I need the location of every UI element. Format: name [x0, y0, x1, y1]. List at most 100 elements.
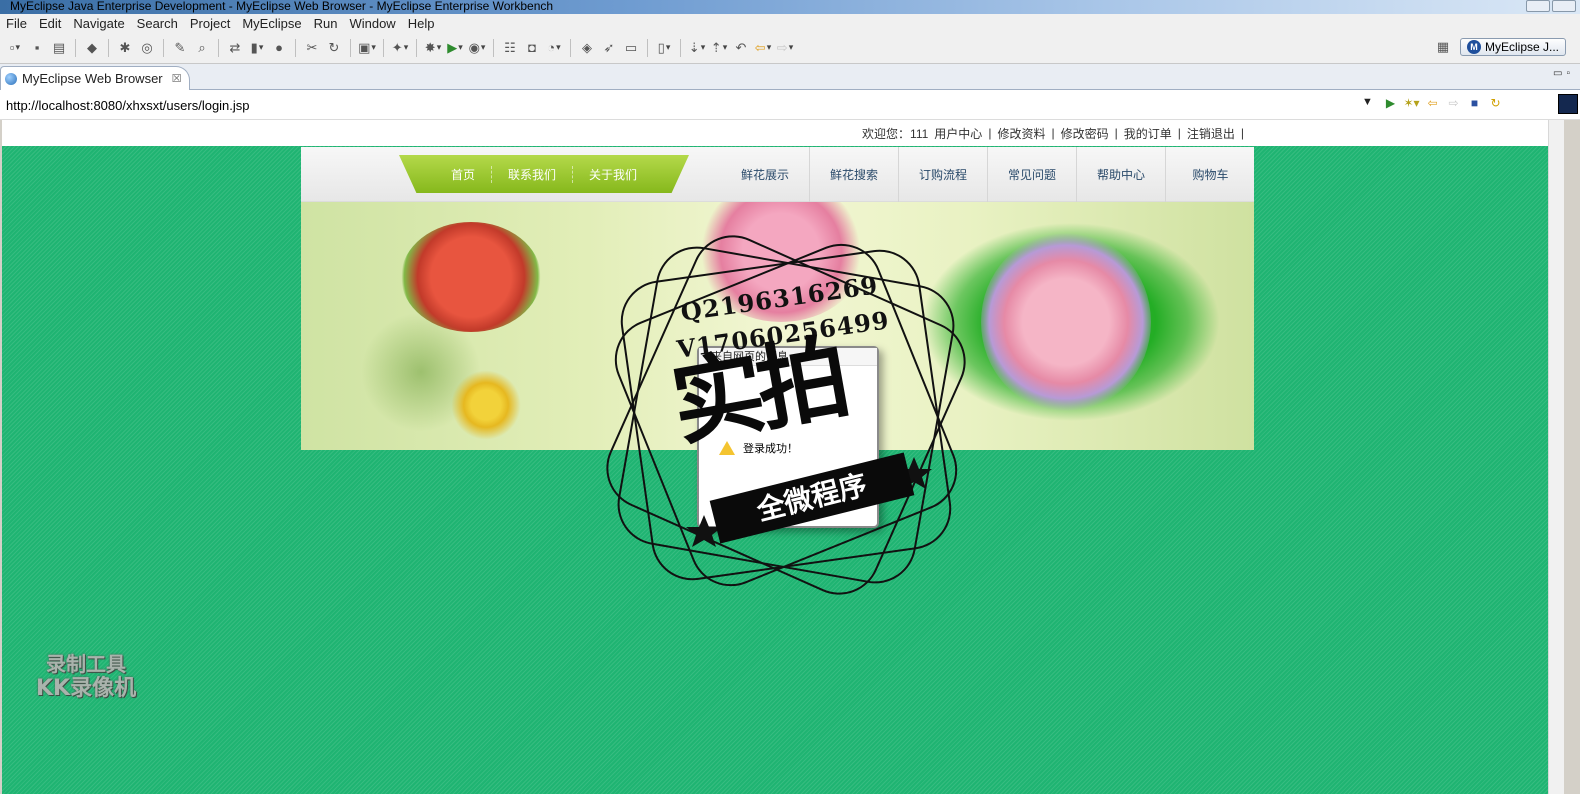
close-icon[interactable]: ☒: [172, 72, 182, 85]
open-folder-icon[interactable]: ▭: [622, 39, 640, 57]
link-separator: |: [988, 126, 992, 140]
back-arrow-icon[interactable]: ⇦: [754, 39, 772, 57]
pink-rose-bouquet-image: [981, 232, 1151, 412]
cut-icon[interactable]: ✂: [303, 39, 321, 57]
window-title: MyEclipse Java Enterprise Development - …: [10, 0, 554, 13]
deploy-icon[interactable]: ⇄: [226, 39, 244, 57]
cycle-icon[interactable]: ◔: [545, 39, 563, 57]
web-icon[interactable]: ●: [270, 39, 288, 57]
bookmark-icon[interactable]: ✶▾: [1403, 94, 1420, 112]
menu-project[interactable]: Project: [184, 16, 236, 31]
link-logout[interactable]: 注销退出: [1187, 125, 1235, 142]
nav-contact[interactable]: 联系我们: [492, 165, 573, 183]
debug-icon[interactable]: ✸: [424, 39, 442, 57]
menu-edit[interactable]: Edit: [33, 16, 67, 31]
build-icon[interactable]: ✱: [116, 39, 134, 57]
recorder-watermark-line1: 录制工具: [46, 652, 127, 676]
username: 111: [910, 126, 929, 141]
link-separator: |: [1051, 126, 1055, 140]
find-icon[interactable]: ⌕: [193, 39, 211, 57]
nav-flower-display[interactable]: 鲜花展示: [721, 147, 810, 202]
user-top-bar: 欢迎您：111 用户中心 | 修改资料 | 修改密码 | 我的订单 | 注销退出…: [2, 120, 1564, 146]
main-toolbar: ▫ ▪ ▤ ◆ ✱ ◎ ✎ ⌕ ⇄ ▮ ● ✂ ↻ ▣ ✦ ✸ ▶ ◉ ☷ ◘ …: [0, 32, 1580, 64]
window-title-bar[interactable]: MyEclipse Java Enterprise Development - …: [0, 0, 1580, 14]
link-my-orders[interactable]: 我的订单: [1124, 125, 1172, 142]
perspective-button[interactable]: M MyEclipse J...: [1459, 38, 1566, 56]
toolbar-separator: [383, 38, 384, 57]
stop-icon[interactable]: ■: [1466, 94, 1483, 112]
maximize-button[interactable]: [1552, 0, 1576, 12]
nav-help-center[interactable]: 帮助中心: [1077, 147, 1166, 202]
perspective-switcher: ▦ M MyEclipse J...: [1432, 38, 1566, 56]
edit-icon[interactable]: ✎: [171, 39, 189, 57]
nav-order-process[interactable]: 订购流程: [899, 147, 988, 202]
new-icon[interactable]: ▫: [6, 39, 24, 57]
toolbar-separator: [680, 38, 681, 57]
save-icon[interactable]: ▪: [28, 39, 46, 57]
toolbar-separator: [295, 38, 296, 57]
menu-window[interactable]: Window: [343, 16, 401, 31]
link-user-center[interactable]: 用户中心: [934, 125, 982, 142]
prev-annotation-icon[interactable]: ⇡: [710, 39, 728, 57]
link-separator: |: [1114, 126, 1118, 140]
yellow-flower-image: [451, 370, 521, 440]
toolbar-separator: [647, 38, 648, 57]
url-input[interactable]: [2, 94, 1366, 116]
link-change-password[interactable]: 修改密码: [1061, 125, 1109, 142]
recorder-watermark-line2: KK录像机: [36, 676, 137, 701]
server-icon[interactable]: ▮: [248, 39, 266, 57]
toolbar-separator: [75, 38, 76, 57]
url-history-dropdown-icon[interactable]: ▼: [1362, 96, 1373, 108]
menu-bar: File Edit Navigate Search Project MyEcli…: [0, 14, 1580, 32]
camera-icon[interactable]: ▣: [358, 39, 376, 57]
toolbar-separator: [218, 38, 219, 57]
secondary-nav: 鲜花展示 鲜花搜索 订购流程 常见问题 帮助中心 购物车: [721, 147, 1255, 202]
link-separator: |: [1240, 126, 1244, 140]
menu-search[interactable]: Search: [131, 16, 184, 31]
window-controls: [1526, 0, 1576, 12]
search-folder-icon[interactable]: ▯: [655, 39, 673, 57]
external-tools-icon[interactable]: ◉: [468, 39, 486, 57]
recorder-watermark: 录制工具 KK录像机: [36, 652, 136, 702]
print-icon[interactable]: ▤: [50, 39, 68, 57]
nav-cart[interactable]: 购物车: [1166, 147, 1255, 202]
back-icon[interactable]: ⇦: [1424, 94, 1441, 112]
nav-flower-search[interactable]: 鲜花搜索: [810, 147, 899, 202]
lock-icon[interactable]: ◎: [138, 39, 156, 57]
go-icon[interactable]: ▶: [1382, 94, 1399, 112]
menu-run[interactable]: Run: [308, 16, 344, 31]
primary-nav: 首页 联系我们 关于我们: [399, 155, 689, 193]
open-task-icon[interactable]: ➶: [600, 39, 618, 57]
menu-myeclipse[interactable]: MyEclipse: [236, 16, 307, 31]
open-perspective-icon[interactable]: ▦: [1434, 38, 1452, 56]
watermark-big-text: 实拍: [663, 323, 852, 460]
refresh-icon[interactable]: ↻: [325, 39, 343, 57]
toolbar-separator: [350, 38, 351, 57]
tab-web-browser[interactable]: MyEclipse Web Browser ☒: [0, 66, 190, 90]
forward-arrow-icon[interactable]: ⇨: [776, 39, 794, 57]
tab-label: MyEclipse Web Browser: [22, 71, 163, 86]
forward-icon[interactable]: ⇨: [1445, 94, 1462, 112]
link-edit-profile[interactable]: 修改资料: [997, 125, 1045, 142]
nav-faq[interactable]: 常见问题: [988, 147, 1077, 202]
last-edit-icon[interactable]: ↶: [732, 39, 750, 57]
welcome-label: 欢迎您：111: [862, 126, 929, 141]
minimize-button[interactable]: [1526, 0, 1550, 12]
open-type-icon[interactable]: ◈: [578, 39, 596, 57]
menu-file[interactable]: File: [0, 16, 33, 31]
menu-help[interactable]: Help: [402, 16, 441, 31]
minimize-maximize-icon[interactable]: ▭▫: [1553, 68, 1574, 79]
class-icon[interactable]: ◘: [523, 39, 541, 57]
wizard-icon[interactable]: ✦: [391, 39, 409, 57]
eclipse-browser-icon[interactable]: [1558, 94, 1578, 114]
link-separator: |: [1177, 126, 1181, 140]
next-annotation-icon[interactable]: ⇣: [688, 39, 706, 57]
package-icon[interactable]: ◆: [83, 39, 101, 57]
run-icon[interactable]: ▶: [446, 39, 464, 57]
refresh-icon[interactable]: ↻: [1487, 94, 1504, 112]
nav-about[interactable]: 关于我们: [573, 166, 653, 183]
vertical-scrollbar[interactable]: [1548, 120, 1564, 794]
menu-navigate[interactable]: Navigate: [67, 16, 130, 31]
nav-home[interactable]: 首页: [435, 165, 492, 183]
hierarchy-icon[interactable]: ☷: [501, 39, 519, 57]
